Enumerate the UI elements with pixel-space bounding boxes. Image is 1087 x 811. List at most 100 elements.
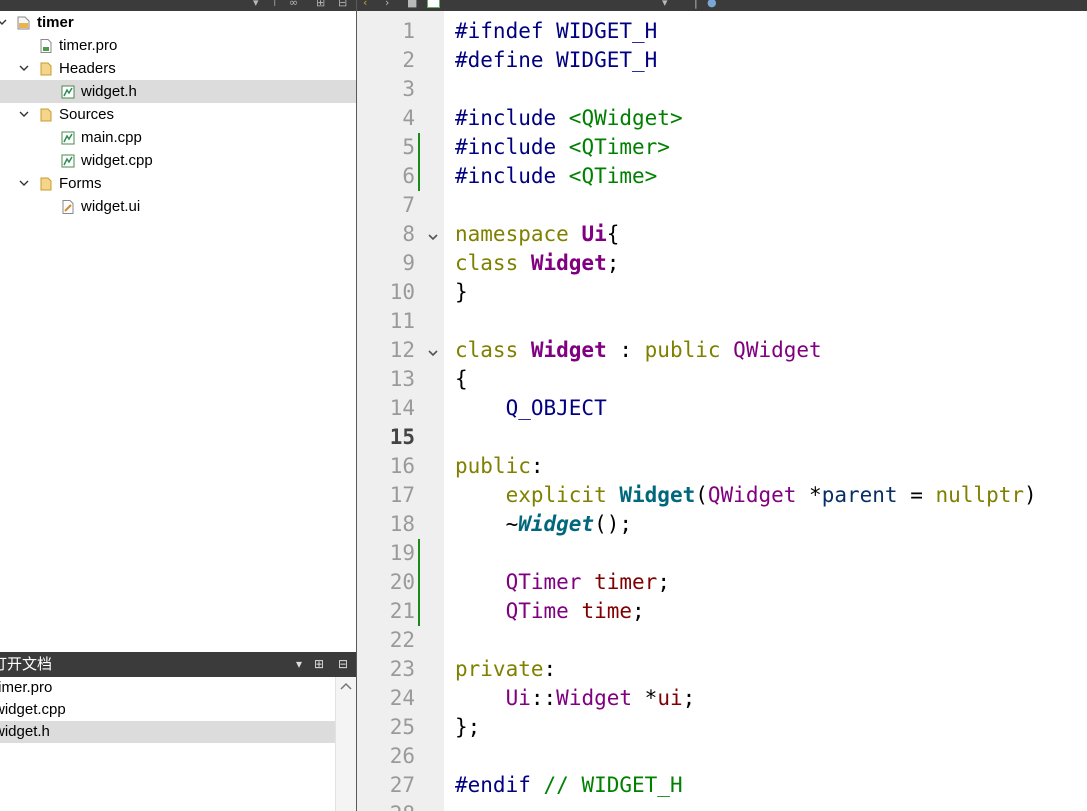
code-line[interactable]: { (455, 365, 468, 394)
filter-icon[interactable]: ⊤ (270, 0, 280, 8)
code-token: namespace (455, 222, 582, 246)
tree-item[interactable]: widget.cpp (0, 149, 356, 172)
line-number-gutter: 1 2 3 4 5 6 7 8 9 10 11 12 13 14 15 16 17 18 19 20 21 22 23 24 2… (357, 11, 444, 811)
forward-icon[interactable]: › (385, 0, 389, 8)
close-panel-icon[interactable]: ⊟ (338, 0, 347, 8)
line-number: 11 (389, 309, 415, 333)
code-token: : (606, 338, 645, 362)
open-documents-close-icon[interactable]: ⊟ (338, 656, 348, 672)
tree-item[interactable]: Sources (0, 103, 356, 126)
code-line[interactable]: } (455, 278, 468, 307)
code-line[interactable]: Q_OBJECT (455, 394, 607, 423)
fold-arrow-icon[interactable] (427, 344, 439, 357)
open-document-item[interactable]: widget.cpp (0, 699, 335, 721)
expand-arrow-icon[interactable] (0, 17, 7, 27)
code-line[interactable]: #define WIDGET_H (455, 46, 657, 75)
code-line[interactable]: explicit Widget(QWidget *parent = nullpt… (455, 481, 1037, 510)
tree-item-label: widget.ui (81, 198, 141, 215)
code-token: <QWidget> (568, 106, 683, 130)
code-line[interactable]: class Widget : public QWidget (455, 336, 822, 365)
code-line[interactable]: public: (455, 452, 544, 481)
code-token: ui (657, 686, 683, 710)
line-number: 28 (357, 800, 415, 811)
line-number: 22 (389, 628, 415, 652)
open-documents-scrollbar[interactable] (335, 677, 356, 811)
code-line[interactable]: #include <QTime> (455, 162, 657, 191)
line-number: 27 (389, 773, 415, 797)
code-token: = (897, 483, 936, 507)
code-editor[interactable]: #ifndef WIDGET_H #define WIDGET_H #include… (444, 11, 1087, 811)
code-token: #include (455, 164, 569, 188)
line-number: 25 (389, 715, 415, 739)
code-line[interactable]: QTime time; (455, 597, 645, 626)
line-number: 13 (389, 367, 415, 391)
line-number: 10 (389, 280, 415, 304)
tree-item[interactable]: main.cpp (0, 126, 356, 149)
code-token: ; (606, 251, 620, 275)
code-line[interactable]: ~Widget(); (455, 510, 632, 539)
code-line[interactable]: Ui::Widget *ui; (455, 684, 696, 713)
line-number: 5 (402, 135, 415, 159)
tree-item[interactable]: widget.ui (0, 195, 356, 218)
expand-arrow-icon[interactable] (19, 109, 29, 119)
panel-dropdown-icon[interactable]: ▾ (253, 0, 259, 8)
tree-item-label: timer (37, 14, 74, 31)
code-line[interactable]: #include <QWidget> (455, 104, 683, 133)
tree-item-label: main.cpp (81, 129, 142, 146)
code-token: public (455, 454, 531, 478)
scroll-up-icon[interactable] (340, 681, 352, 691)
open-documents-title: 打开文档 (0, 655, 53, 673)
folder-icon (38, 176, 54, 192)
code-token: { (606, 222, 620, 246)
lock-icon: ■ (407, 0, 418, 9)
open-documents-dropdown-icon[interactable]: ▾ (296, 656, 302, 672)
code-token: Ui (505, 686, 531, 710)
line-number: 6 (402, 164, 415, 188)
project-icon (16, 15, 32, 31)
expand-arrow-icon[interactable] (19, 63, 29, 73)
source-file-icon (60, 153, 76, 169)
tree-item[interactable]: Forms (0, 172, 356, 195)
line-number: 18 (389, 512, 415, 536)
code-token: explicit (505, 483, 620, 507)
line-number: 26 (389, 744, 415, 768)
line-number: 12 (389, 338, 415, 362)
code-token: Widget (530, 251, 607, 275)
code-token: class (455, 251, 531, 275)
tree-item[interactable]: widget.h (0, 80, 356, 103)
code-line[interactable]: #endif // WIDGET_H (455, 771, 683, 800)
code-token: timer (594, 570, 658, 594)
change-marker (418, 162, 420, 191)
tab-dropdown-icon[interactable]: ▾ (662, 0, 668, 8)
tree-item-label: widget.h (81, 83, 137, 100)
code-line[interactable]: #ifndef WIDGET_H (455, 17, 657, 46)
code-line[interactable]: private: (455, 655, 556, 684)
expand-arrow-icon[interactable] (19, 178, 29, 188)
code-token: : (530, 454, 544, 478)
open-document-item[interactable]: widget.h (0, 721, 335, 743)
code-token: QWidget (733, 338, 822, 362)
change-marker (418, 133, 420, 162)
code-line[interactable]: namespace Ui{ (455, 220, 619, 249)
split-icon[interactable]: ⊞ (316, 0, 325, 8)
fold-arrow-icon[interactable] (427, 228, 439, 241)
back-icon[interactable]: ‹ (363, 0, 367, 8)
tree-item[interactable]: timer.pro (0, 34, 356, 57)
code-line[interactable]: #include <QTimer> (455, 133, 670, 162)
code-token: :: (530, 686, 557, 710)
ui-file-icon (60, 199, 76, 215)
open-document-item[interactable]: timer.pro (0, 677, 335, 699)
project-panel-header: ▾ ⊤ ∞ ⊞ ⊟ (0, 0, 356, 11)
line-number: 15 (389, 425, 415, 449)
tree-item[interactable]: Headers (0, 57, 356, 80)
line-number: 17 (389, 483, 415, 507)
link-icon[interactable]: ∞ (289, 0, 298, 8)
code-line[interactable]: class Widget; (455, 249, 619, 278)
code-token: #include (455, 106, 569, 130)
tree-item[interactable]: timer (0, 11, 356, 34)
code-line[interactable]: }; (455, 713, 480, 742)
open-documents-split-icon[interactable]: ⊞ (314, 656, 324, 672)
code-line[interactable]: QTimer timer; (455, 568, 670, 597)
